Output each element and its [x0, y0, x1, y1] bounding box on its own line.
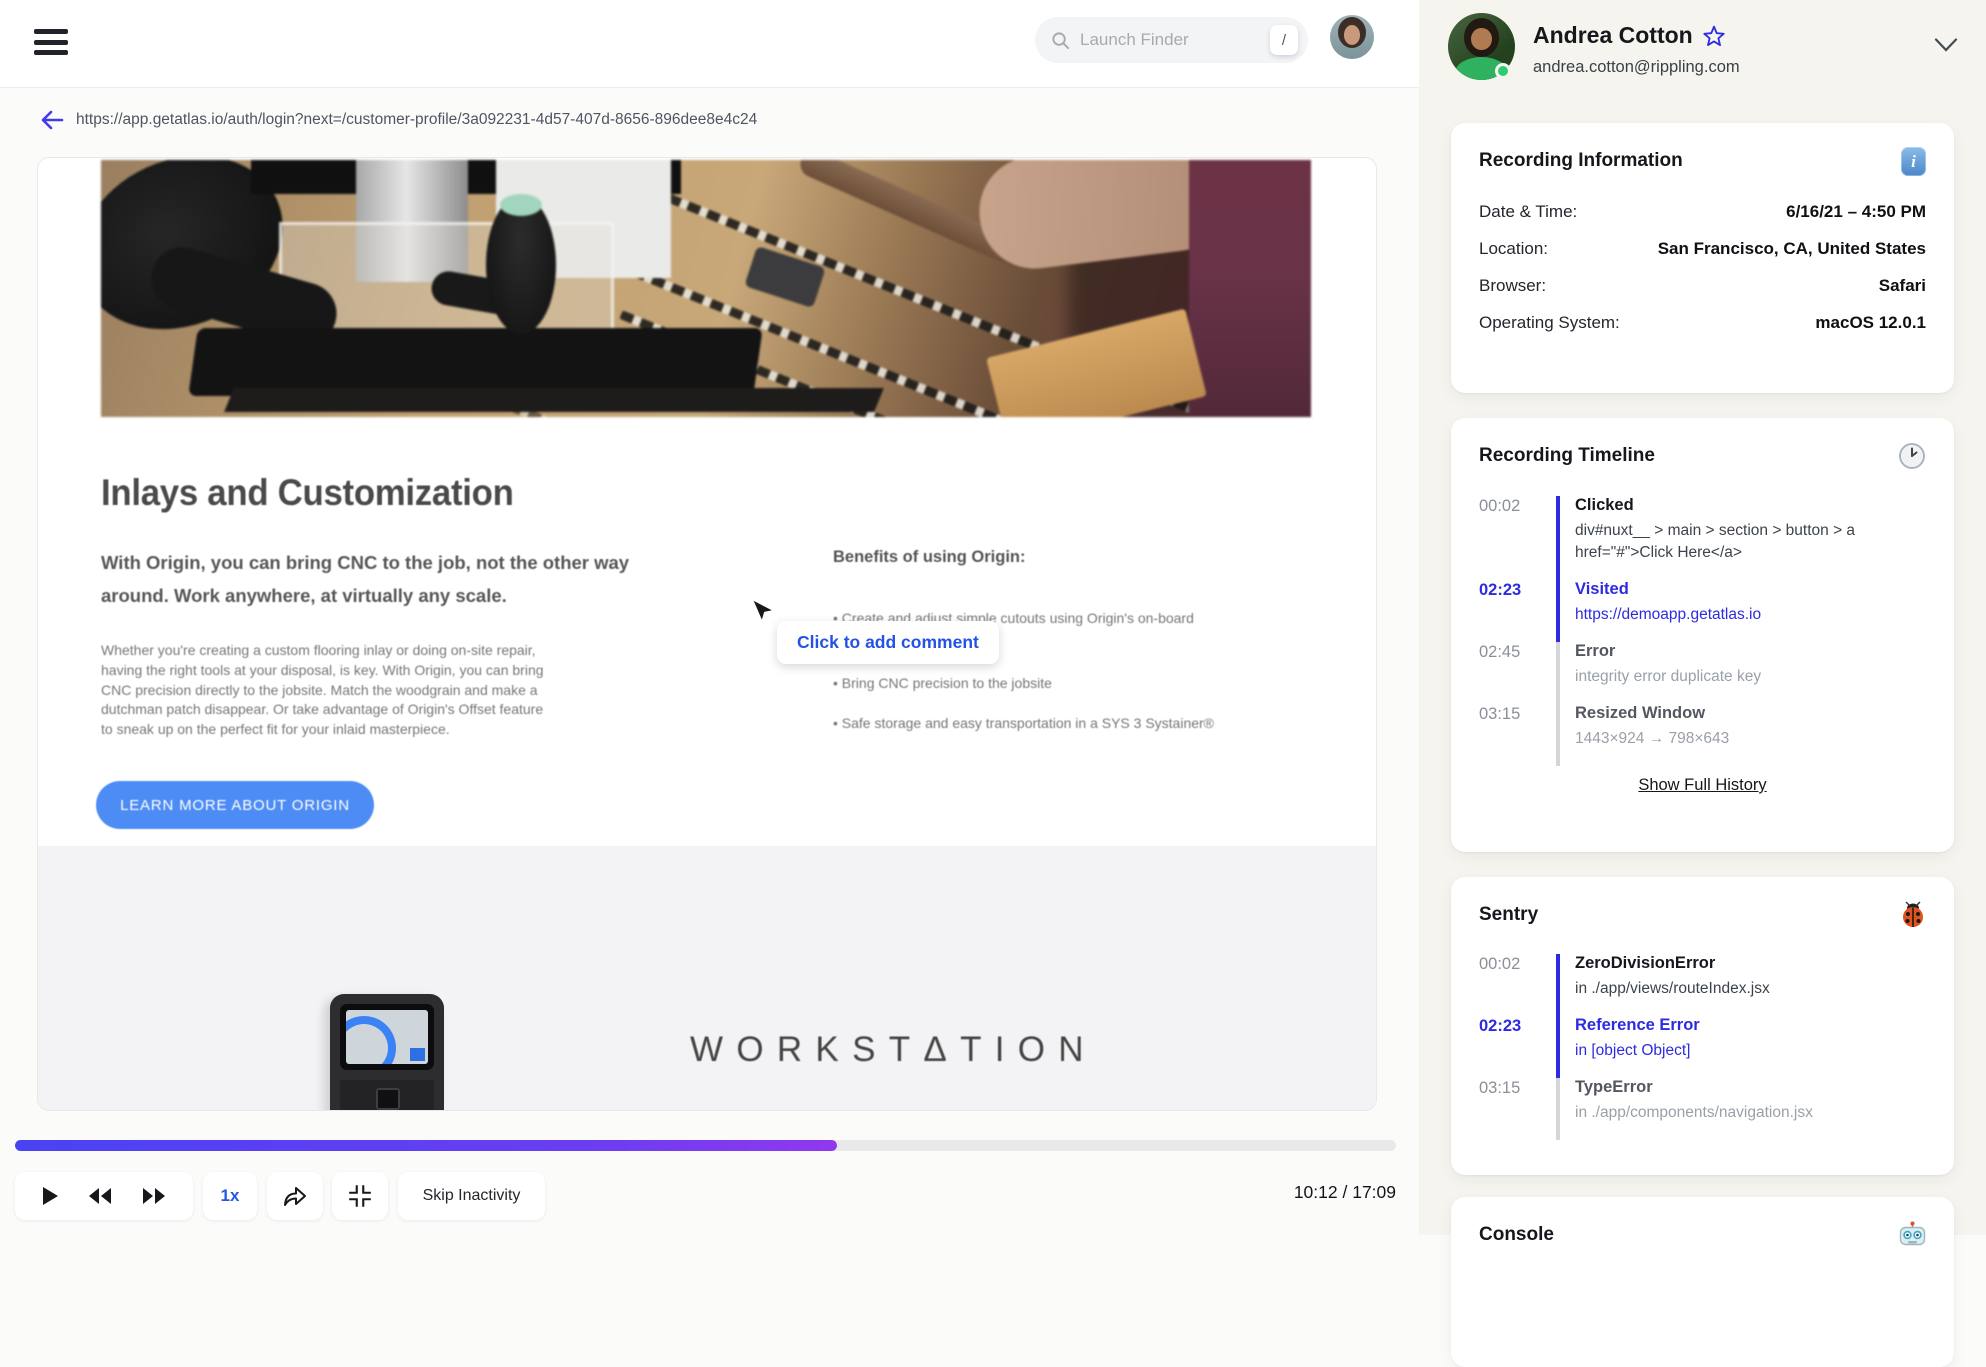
sentry-event-typeerror[interactable]: 03:15 TypeError in ./app/components/navig… [1479, 1078, 1926, 1140]
webpage-paragraph: Whether you're creating a custom floorin… [101, 642, 544, 738]
collapse-view-button[interactable] [332, 1172, 388, 1220]
webpage-footer-section: WORKSTΔTION [38, 846, 1376, 1110]
clock-icon [1899, 443, 1925, 469]
topbar-user-avatar[interactable] [1330, 15, 1374, 59]
timeline-event-error[interactable]: 02:45 Error integrity error duplicate key [1479, 642, 1926, 704]
info-row-browser: Browser: Safari [1479, 276, 1926, 295]
rewind-icon [89, 1188, 111, 1204]
replay-viewport[interactable]: Inlays and Customization With Origin, yo… [37, 157, 1377, 1111]
play-button[interactable] [41, 1186, 59, 1206]
recording-timeline-card: Recording Timeline 00:02 Clicked div#nuxt… [1451, 418, 1954, 852]
share-button[interactable] [267, 1172, 323, 1220]
details-sidebar: Andrea Cotton andrea.cotton@rippling.com… [1419, 0, 1986, 1367]
robot-icon [1899, 1221, 1926, 1246]
back-arrow-icon[interactable] [40, 109, 64, 131]
player-controls: 1x Skip Inactivity 10:12 / 17:09 [0, 1172, 1419, 1220]
player-panel: Launch Finder / https://app.getatlas.io/… [0, 0, 1419, 1235]
hamburger-menu-button[interactable] [34, 26, 72, 58]
comment-tooltip[interactable]: Click to add comment [777, 621, 999, 664]
favorite-star-icon[interactable] [1703, 25, 1725, 46]
visitor-name: Andrea Cotton [1533, 22, 1693, 48]
recorded-webpage: Inlays and Customization With Origin, yo… [38, 158, 1376, 1110]
timeline-event-clicked[interactable]: 00:02 Clicked div#nuxt__ > main > section… [1479, 496, 1926, 580]
sentry-card: Sentry 00:02 ZeroDivisionError in ./app/v… [1451, 877, 1954, 1175]
visitor-profile-header: Andrea Cotton andrea.cotton@rippling.com [1419, 0, 1986, 110]
benefit-item: Bring CNC precision to the jobsite [833, 671, 1315, 696]
visitor-email: andrea.cotton@rippling.com [1533, 58, 1740, 76]
timeline-event-resized[interactable]: 03:15 Resized Window 1443×924 → 798×643 [1479, 704, 1926, 766]
fast-forward-icon [143, 1188, 165, 1204]
workstation-logo: WORKSTΔTION [690, 1030, 1097, 1069]
recording-information-title: Recording Information [1479, 150, 1683, 171]
learn-more-button: LEARN MORE ABOUT ORIGIN [96, 781, 374, 829]
info-icon: i [1901, 147, 1926, 176]
webpage-heading: Inlays and Customization [101, 472, 514, 513]
skip-inactivity-button[interactable]: Skip Inactivity [398, 1172, 545, 1220]
top-bar: Launch Finder / [0, 0, 1419, 88]
url-bar: https://app.getatlas.io/auth/login?next=… [0, 100, 1419, 140]
share-icon [284, 1187, 306, 1206]
info-row-location: Location: San Francisco, CA, United Stat… [1479, 239, 1926, 258]
search-shortcut-key: / [1270, 25, 1298, 55]
console-title: Console [1479, 1224, 1554, 1245]
sentry-title: Sentry [1479, 904, 1539, 925]
playback-scrubber[interactable] [15, 1140, 1396, 1151]
recording-timeline-title: Recording Timeline [1479, 445, 1655, 466]
recorded-page-url: https://app.getatlas.io/auth/login?next=… [76, 111, 758, 128]
rewind-button[interactable] [87, 1187, 113, 1205]
launch-finder-search[interactable]: Launch Finder / [1035, 17, 1308, 63]
info-row-date-time: Date & Time: 6/16/21 – 4:50 PM [1479, 202, 1926, 221]
ladybug-icon [1903, 901, 1923, 927]
transport-button-group [15, 1172, 193, 1220]
router-device-image [324, 994, 450, 1110]
recording-information-card: Recording Information i Date & Time: 6/1… [1451, 123, 1954, 393]
collapse-sidebar-chevron-icon[interactable] [1934, 38, 1958, 52]
comment-tooltip-label: Click to add comment [797, 632, 979, 652]
hero-photo-woodworking [101, 160, 1311, 417]
sentry-event-reference[interactable]: 02:23 Reference Error in [object Object] [1479, 1016, 1926, 1078]
play-icon [43, 1187, 58, 1205]
online-status-dot [1495, 63, 1511, 79]
playback-progress-fill [15, 1140, 837, 1151]
search-placeholder: Launch Finder [1080, 30, 1189, 49]
benefits-title: Benefits of using Origin: [833, 548, 1026, 566]
fast-forward-button[interactable] [141, 1187, 167, 1205]
console-card: Console [1451, 1197, 1954, 1367]
sentry-event-zerodivision[interactable]: 00:02 ZeroDivisionError in ./app/views/ro… [1479, 954, 1926, 1016]
collapse-icon [349, 1185, 371, 1207]
recorded-cursor-icon [750, 598, 776, 625]
search-icon [1052, 31, 1070, 49]
benefit-item: Safe storage and easy transportation in … [833, 711, 1315, 736]
show-full-history-link[interactable]: Show Full History [1638, 776, 1766, 795]
playback-speed-button[interactable]: 1x [203, 1172, 257, 1220]
webpage-intro-text: With Origin, you can bring CNC to the jo… [101, 552, 630, 606]
playback-time-display: 10:12 / 17:09 [1293, 1182, 1396, 1202]
timeline-event-visited[interactable]: 02:23 Visited https://demoapp.getatlas.io [1479, 580, 1926, 642]
info-row-os: Operating System: macOS 12.0.1 [1479, 313, 1926, 332]
